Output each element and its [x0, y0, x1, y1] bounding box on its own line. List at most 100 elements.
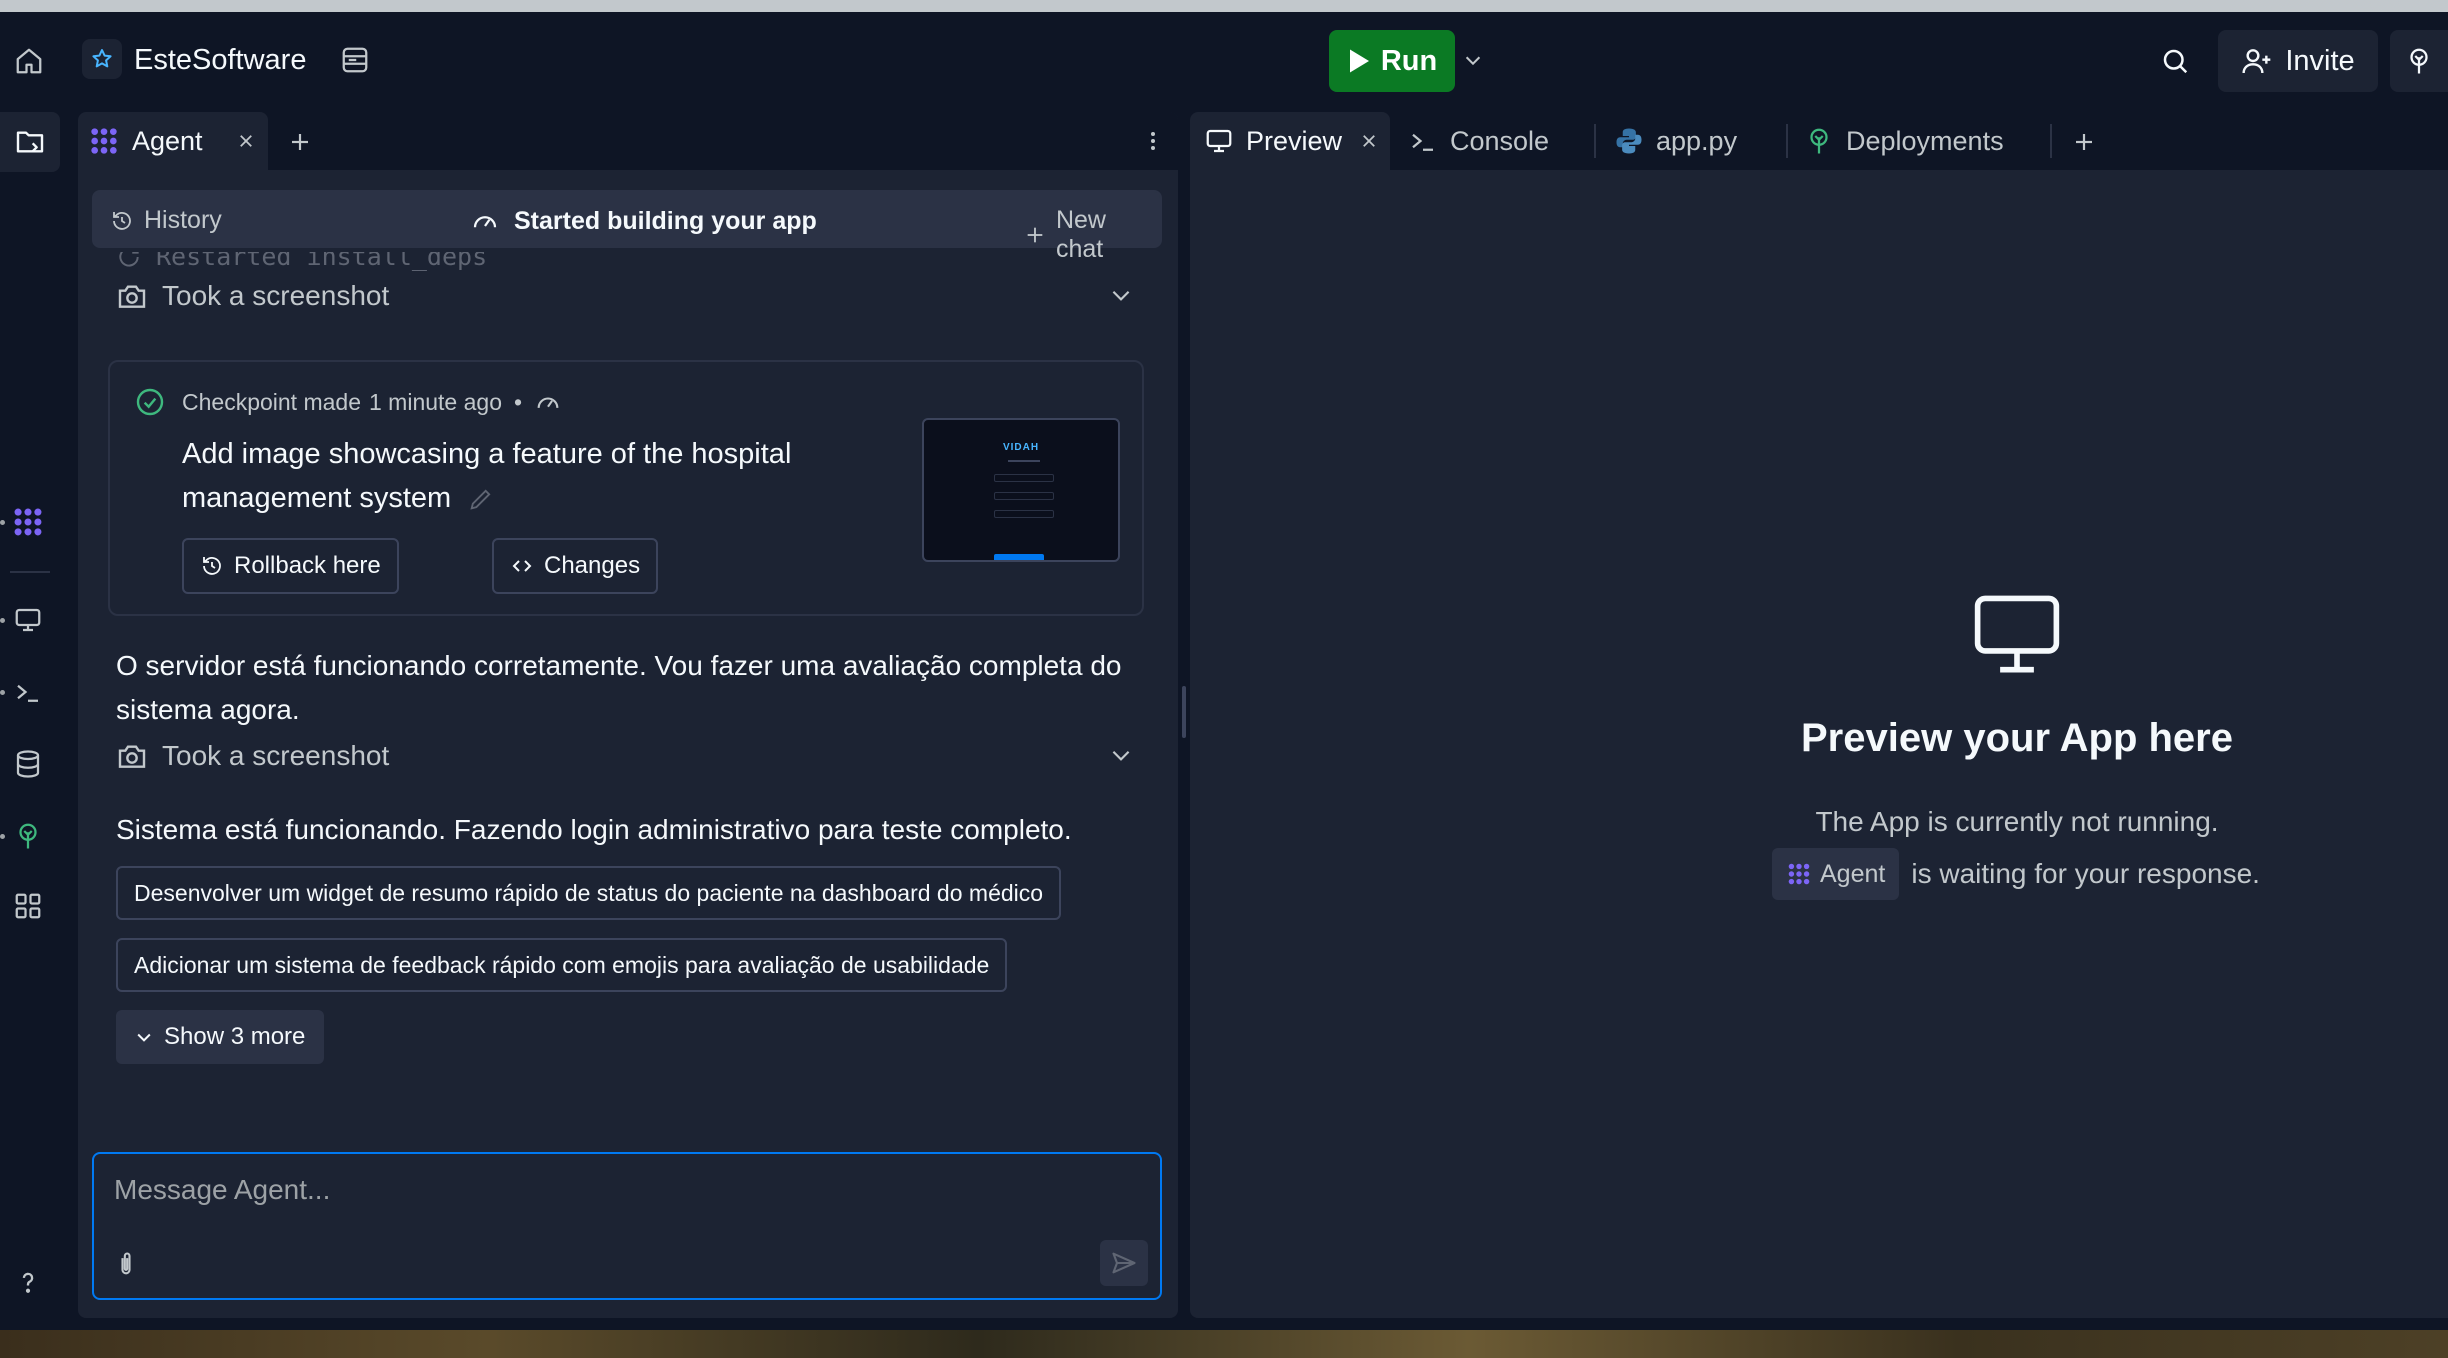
agent-message: Sistema está funcionando. Fazendo login … — [116, 814, 1072, 845]
message-composer — [92, 1152, 1162, 1300]
checkpoint-separator: • — [513, 388, 523, 415]
thumbnail-form — [994, 510, 1054, 518]
rail-indicator-dot — [0, 690, 5, 695]
screenshot-action-row[interactable]: Took a screenshot — [116, 274, 1146, 318]
pencil-icon[interactable] — [467, 485, 495, 513]
new-chat-button[interactable]: New chat — [1024, 206, 1160, 264]
send-button[interactable] — [1100, 1240, 1148, 1286]
history-icon — [203, 557, 221, 575]
search-button[interactable] — [2156, 42, 2194, 80]
search-icon — [2163, 49, 2188, 74]
rail-item-help[interactable] — [8, 1262, 48, 1302]
check-circle-icon — [136, 388, 164, 416]
terminal-icon — [17, 684, 38, 702]
message-input[interactable] — [114, 1168, 1114, 1212]
agent-panel: Agent Restarted install_deps Took a scre… — [78, 112, 1178, 1318]
invite-button[interactable]: Invite — [2218, 30, 2378, 92]
agent-chip[interactable]: Agent — [1772, 848, 1900, 900]
rail-item-deployments[interactable] — [8, 816, 48, 856]
project-menu-button[interactable] — [336, 41, 374, 79]
panel-resize-handle[interactable] — [1182, 686, 1186, 738]
faded-action-row: Restarted install_deps — [116, 252, 487, 271]
chat-header: History Started building your app New ch… — [92, 190, 1162, 263]
tab-label: Deployments — [1846, 125, 2004, 156]
refresh-icon — [119, 252, 139, 267]
rollback-button[interactable]: Rollback here — [182, 538, 399, 594]
suggestion-chip[interactable]: Desenvolver um widget de resumo rápido d… — [116, 866, 1062, 920]
deploy-icon — [2410, 48, 2428, 74]
panel-menu-button[interactable] — [1138, 126, 1168, 156]
tab-deployments[interactable]: Deployments — [1790, 112, 2040, 170]
history-label: History — [144, 206, 222, 234]
empty-state-line2: Agent is waiting for your response. — [1772, 848, 2260, 900]
chat-thread[interactable]: Restarted install_deps Took a screenshot… — [78, 252, 1178, 1132]
rail-indicator-dot — [0, 618, 5, 623]
add-tab-button[interactable] — [2070, 128, 2098, 156]
show-more-button[interactable]: Show 3 more — [116, 1010, 324, 1064]
grid-icon — [15, 893, 41, 919]
tab-label: Agent — [132, 125, 203, 156]
monitor-icon — [15, 608, 41, 632]
thumbnail-button — [994, 554, 1044, 560]
add-tab-button[interactable] — [286, 128, 314, 156]
tab-label: Preview — [1246, 125, 1343, 156]
project-icon-button[interactable] — [82, 39, 122, 79]
star-icon — [92, 49, 112, 68]
chat-title-text: Started building your app — [514, 206, 817, 235]
more-vertical-icon — [1151, 132, 1155, 150]
history-button[interactable]: History — [110, 206, 222, 235]
home-icon — [16, 48, 42, 74]
bottom-gap — [0, 1318, 2448, 1330]
tab-console[interactable]: Console — [1394, 112, 1594, 170]
rail-item-database[interactable] — [8, 744, 48, 784]
attach-button[interactable] — [108, 1246, 144, 1282]
suggestion-chip[interactable]: Adicionar um sistema de feedback rápido … — [116, 938, 1008, 992]
send-icon — [1112, 1252, 1136, 1274]
checkpoint-title: Add image showcasing a feature of the ho… — [182, 432, 872, 520]
rail-item-console[interactable] — [8, 672, 48, 712]
thumbnail-title: VIDAH — [1002, 442, 1040, 453]
close-tab-button[interactable] — [1358, 130, 1380, 152]
home-button[interactable] — [12, 44, 46, 78]
checkpoint-thumbnail[interactable]: VIDAH — [922, 418, 1120, 562]
action-label: Took a screenshot — [162, 740, 390, 771]
tab-separator — [1786, 124, 1788, 158]
run-options-button[interactable] — [1458, 42, 1488, 78]
rail-item-agent[interactable] — [8, 502, 48, 542]
screenshot-action-row[interactable]: Took a screenshot — [116, 734, 1146, 778]
project-name[interactable]: EsteSoftware — [134, 42, 306, 78]
rail-divider — [10, 571, 50, 573]
run-button[interactable]: Run — [1329, 30, 1455, 92]
deploy-button[interactable] — [2390, 30, 2448, 92]
gauge-icon — [537, 397, 559, 408]
tab-label: app.py — [1656, 125, 1738, 156]
close-icon — [1363, 135, 1375, 147]
thumbnail-form — [994, 474, 1054, 482]
close-icon — [240, 135, 252, 147]
rail-item-preview[interactable] — [8, 600, 48, 640]
preview-panel: Preview Console app.py Deployments — [1190, 112, 2448, 1318]
tab-separator — [2050, 124, 2052, 158]
rail-indicator-dot — [0, 520, 5, 525]
monitor-icon — [1206, 129, 1232, 153]
faded-action-label: Restarted install_deps — [156, 252, 488, 271]
rail-item-files[interactable] — [0, 112, 60, 172]
close-tab-button[interactable] — [235, 130, 257, 152]
chevron-down-icon — [1112, 750, 1130, 761]
agent-icon — [1788, 863, 1810, 885]
chevron-down-icon — [137, 1033, 151, 1042]
preview-tab-bar: Preview Console app.py Deployments — [1190, 112, 2448, 170]
show-more-label: Show 3 more — [164, 1023, 306, 1050]
agent-icon — [14, 508, 42, 536]
rail-item-all-tools[interactable] — [8, 886, 48, 926]
database-icon — [16, 750, 40, 778]
plus-icon — [1027, 227, 1043, 243]
tab-app-py[interactable]: app.py — [1600, 112, 1790, 170]
empty-state-title: Preview your App here — [1801, 716, 2233, 760]
empty-state-line1: The App is currently not running. — [1815, 806, 2219, 837]
changes-button[interactable]: Changes — [492, 538, 659, 594]
rail-indicator-dot — [0, 834, 5, 839]
checkpoint-prefix: Checkpoint made — [182, 388, 361, 415]
action-label: Took a screenshot — [162, 280, 390, 311]
chat-title[interactable]: Started building your app — [470, 206, 817, 236]
